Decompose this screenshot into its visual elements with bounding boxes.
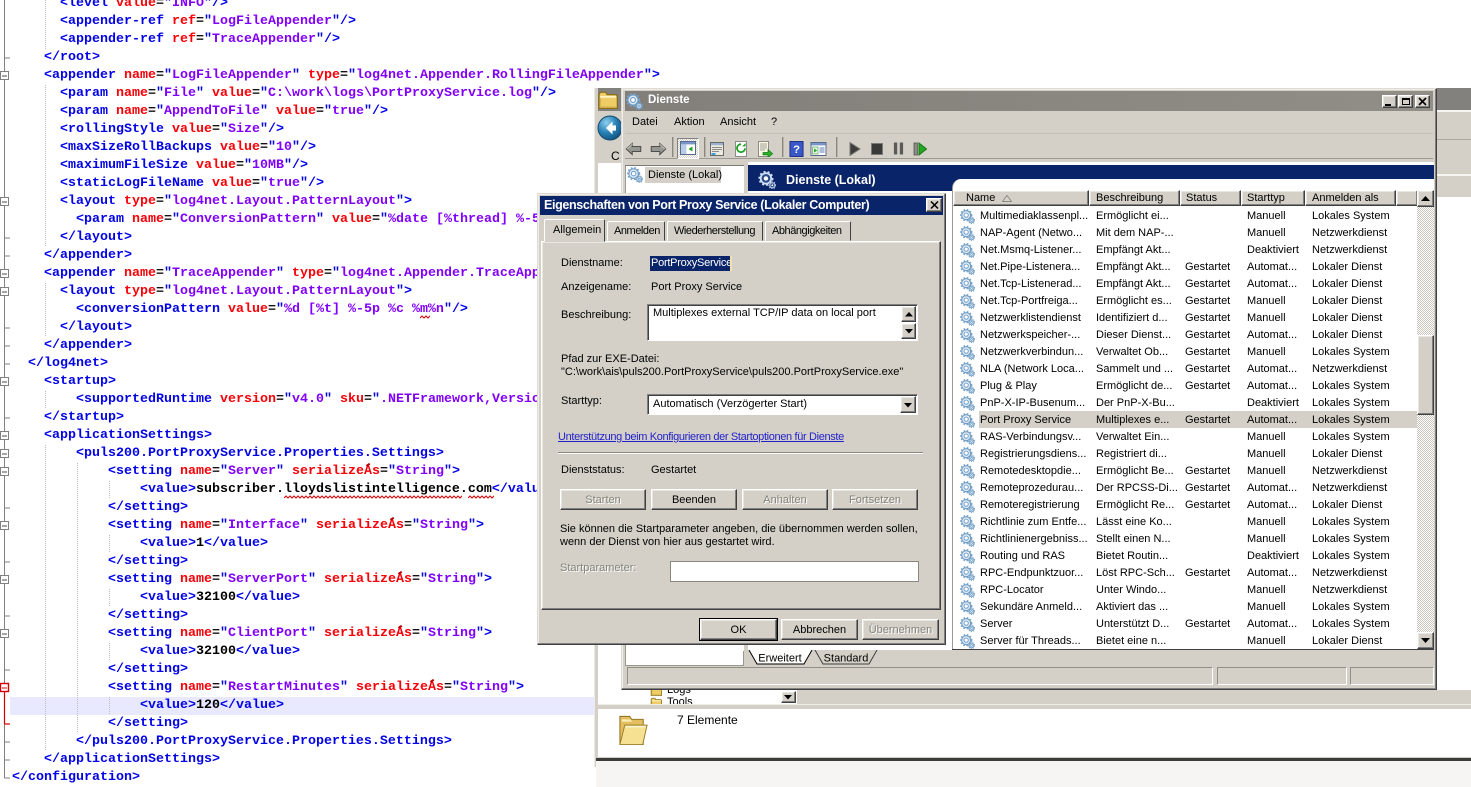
svg-text:Standard: Standard: [824, 653, 869, 665]
svg-text:Erweitert: Erweitert: [758, 653, 801, 665]
